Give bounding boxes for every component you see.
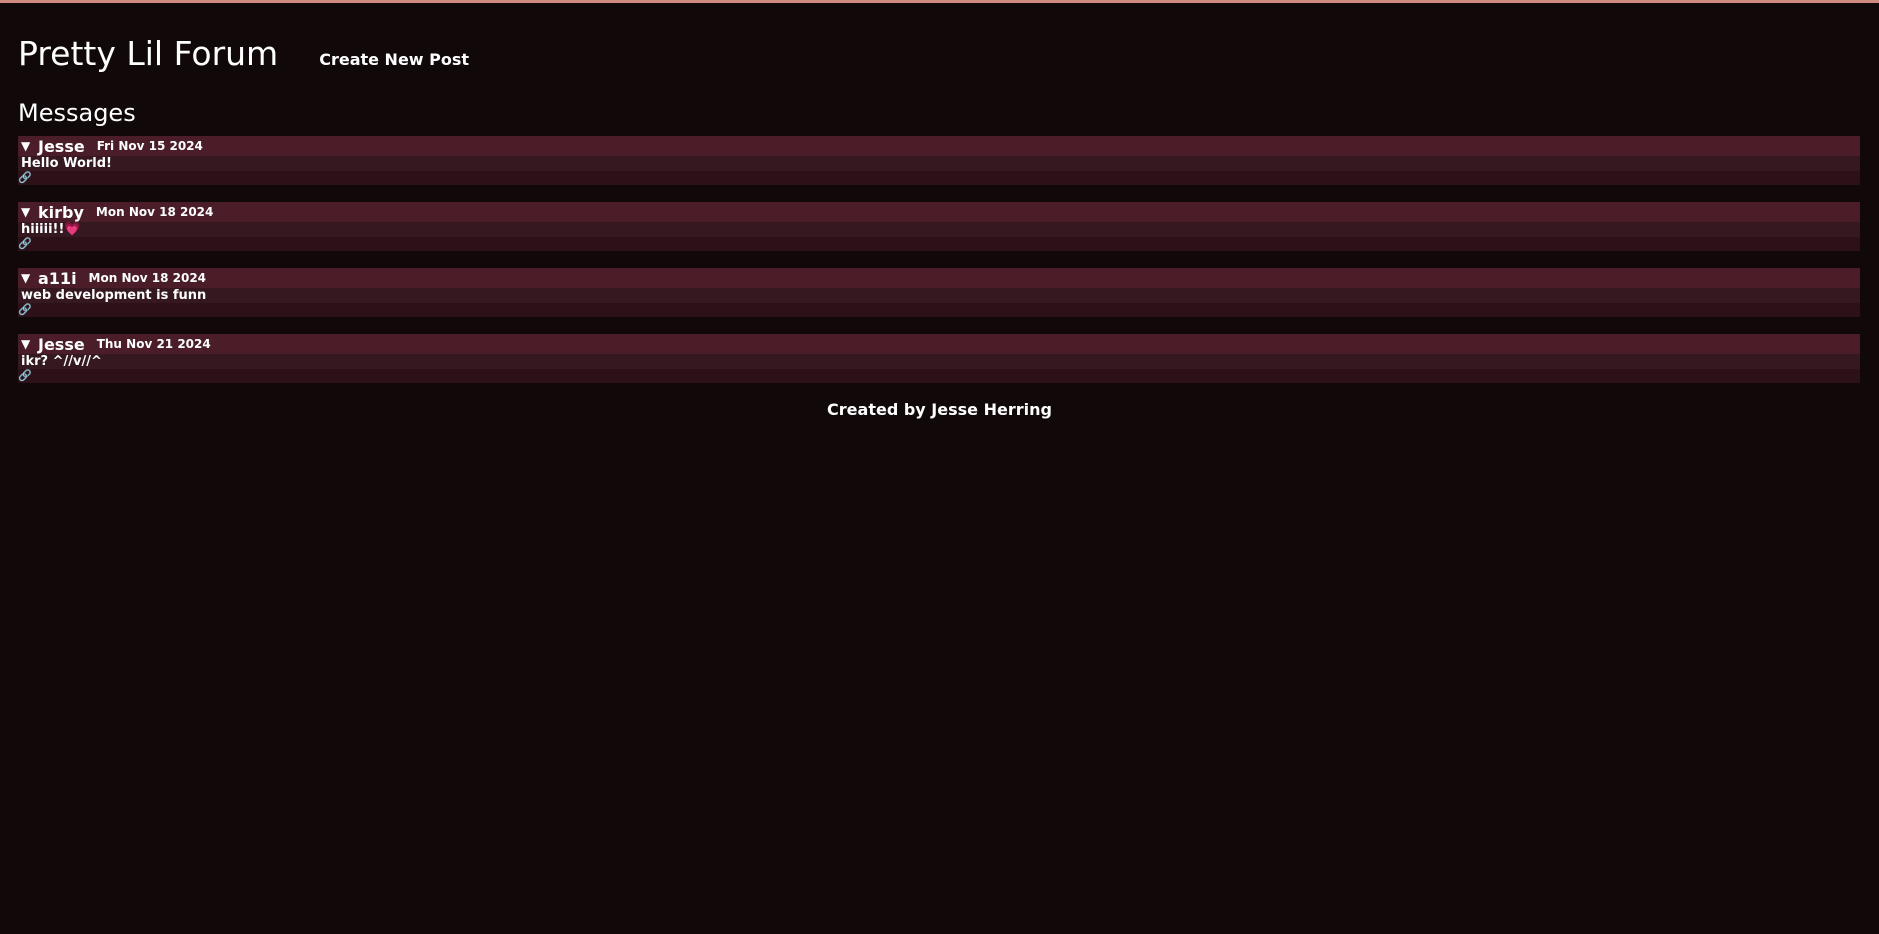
message-header-toggle[interactable]: ▼ a11i Mon Nov 18 2024	[18, 268, 1860, 288]
link-icon[interactable]: 🔗	[18, 237, 1860, 251]
message-item: ▼ a11i Mon Nov 18 2024 web development i…	[18, 268, 1860, 317]
site-header: Pretty Lil Forum Create New Post	[0, 3, 1879, 91]
message-header-toggle[interactable]: ▼ kirby Mon Nov 18 2024	[18, 202, 1860, 222]
message-item: ▼ Jesse Thu Nov 21 2024 ikr? ^//v//^ 🔗	[18, 334, 1860, 383]
triangle-down-icon: ▼	[21, 337, 31, 351]
link-icon[interactable]: 🔗	[18, 171, 1860, 185]
message-author: Jesse	[38, 136, 85, 156]
message-body: hiiiii!!💗	[18, 222, 1860, 237]
message-header-toggle[interactable]: ▼ Jesse Fri Nov 15 2024	[18, 136, 1860, 156]
triangle-down-icon: ▼	[21, 139, 31, 153]
message-body: web development is funn	[18, 288, 1860, 303]
site-title: Pretty Lil Forum	[18, 34, 279, 73]
message-date: Mon Nov 18 2024	[95, 205, 214, 219]
footer-credit: Created by Jesse Herring	[827, 400, 1052, 419]
message-body: Hello World!	[18, 156, 1860, 171]
message-item: ▼ kirby Mon Nov 18 2024 hiiiii!!💗 🔗	[18, 202, 1860, 251]
message-date: Mon Nov 18 2024	[88, 271, 207, 285]
triangle-down-icon: ▼	[21, 205, 31, 219]
messages-heading: Messages	[18, 99, 136, 127]
message-item: ▼ Jesse Fri Nov 15 2024 Hello World! 🔗	[18, 136, 1860, 185]
message-list: ▼ Jesse Fri Nov 15 2024 Hello World! 🔗 ▼…	[0, 126, 1879, 383]
link-icon[interactable]: 🔗	[18, 369, 1860, 383]
message-header-toggle[interactable]: ▼ Jesse Thu Nov 21 2024	[18, 334, 1860, 354]
triangle-down-icon: ▼	[21, 271, 31, 285]
link-icon[interactable]: 🔗	[18, 303, 1860, 317]
message-date: Fri Nov 15 2024	[96, 139, 203, 153]
message-author: a11i	[38, 268, 77, 288]
message-author: Jesse	[38, 334, 85, 354]
message-body: ikr? ^//v//^	[18, 354, 1860, 369]
message-author: kirby	[38, 202, 84, 222]
create-new-post-link[interactable]: Create New Post	[319, 50, 469, 69]
message-date: Thu Nov 21 2024	[96, 337, 211, 351]
